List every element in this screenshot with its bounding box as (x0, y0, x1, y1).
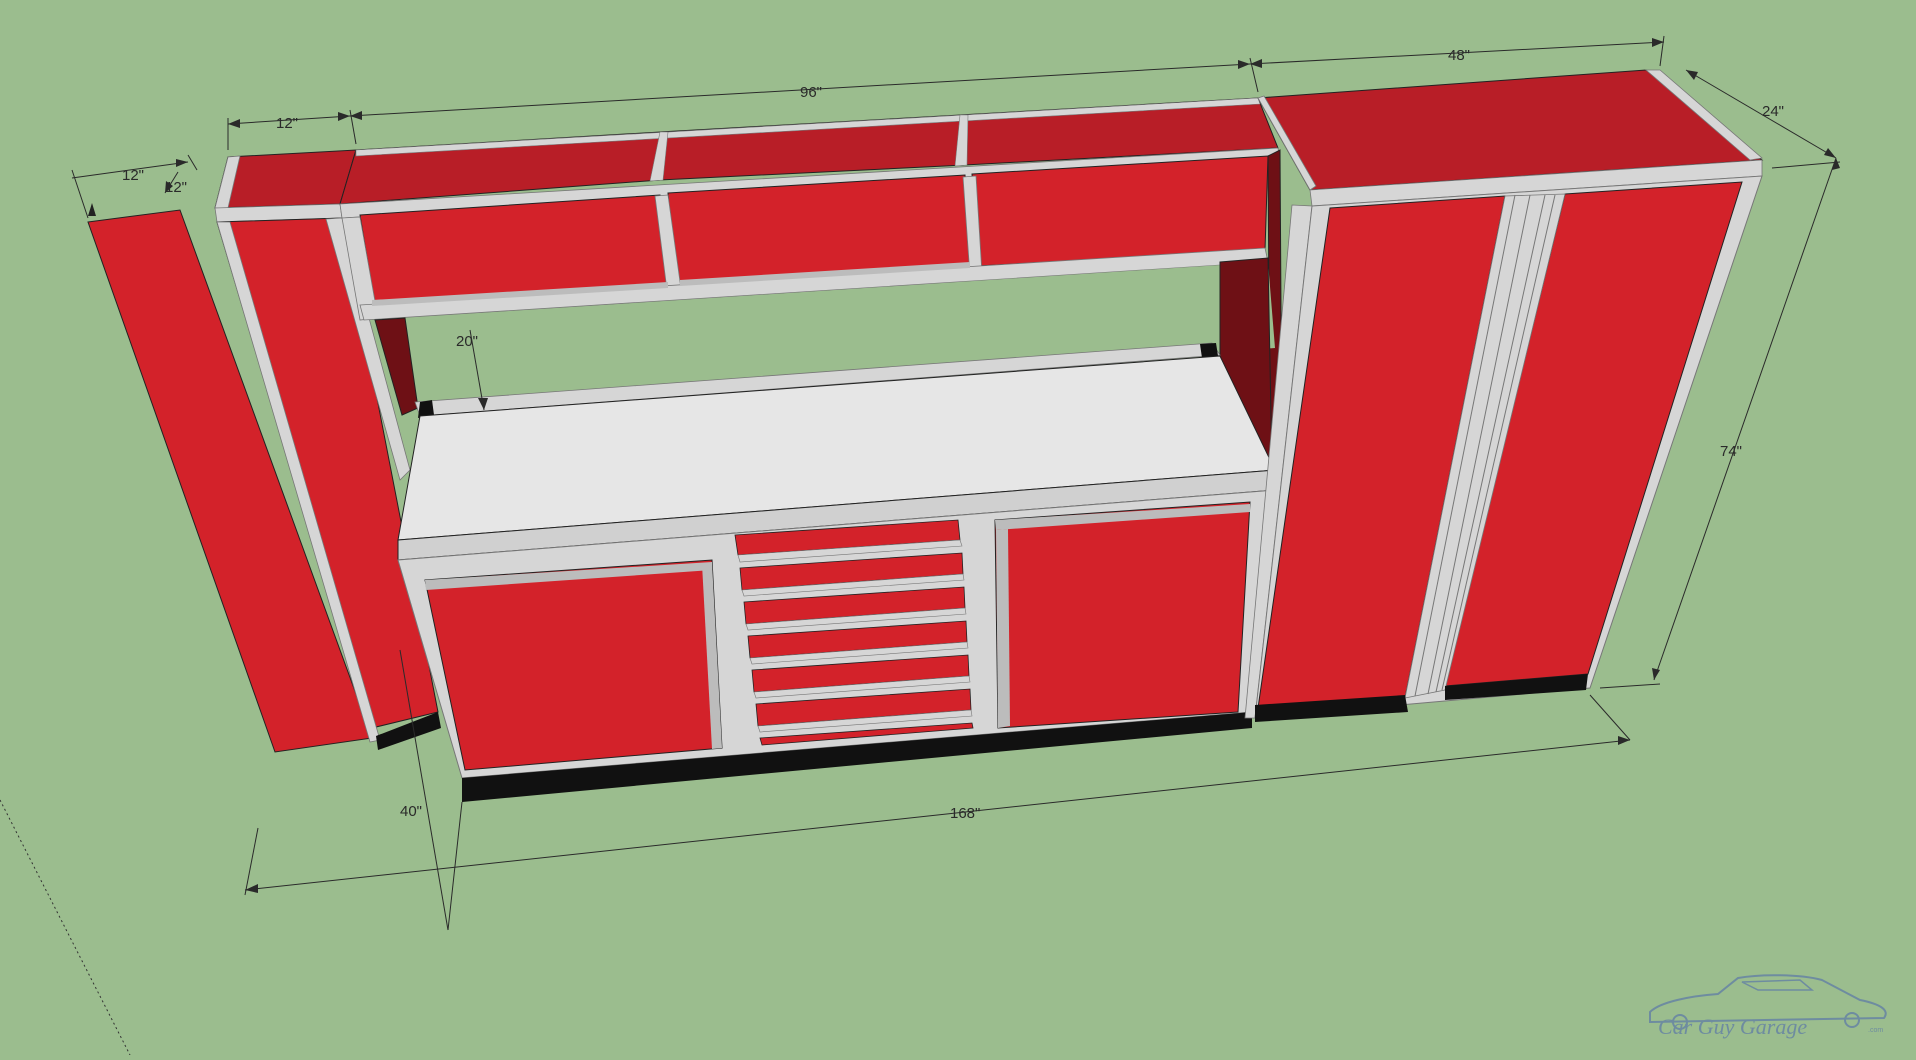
dim-label-upper-clearance: 20" (456, 333, 478, 350)
cabinet-diagram: 12" 12" 12" 96" 48" 24" 74" 20" 40" 168"… (0, 0, 1916, 1056)
logo-text: Car Guy Garage (1658, 1014, 1807, 1039)
logo-suffix: .com (1868, 1027, 1883, 1034)
car-guy-garage-logo: Car Guy Garage .com (1649, 974, 1887, 1039)
dim-label-total-length: 168" (950, 805, 980, 822)
guide-line (0, 799, 131, 1056)
dim-label-bench-depth: 40" (400, 803, 422, 820)
cabinet-drawing: 12" 12" 12" 96" 48" 24" 74" 20" 40" 168"… (0, 35, 1887, 1056)
dim-label-side-depth-left: 12" (122, 167, 144, 184)
dim-label-side-width-left: 12" (165, 179, 187, 196)
dim-label-tall-span: 48" (1448, 47, 1470, 64)
tall-locker (1244, 69, 1764, 722)
dim-label-upper-span: 96" (800, 84, 822, 101)
dim-label-tall-depth: 24" (1762, 103, 1784, 120)
dim-label-height: 74" (1720, 443, 1742, 460)
dim-label-locker-width: 12" (276, 115, 298, 132)
